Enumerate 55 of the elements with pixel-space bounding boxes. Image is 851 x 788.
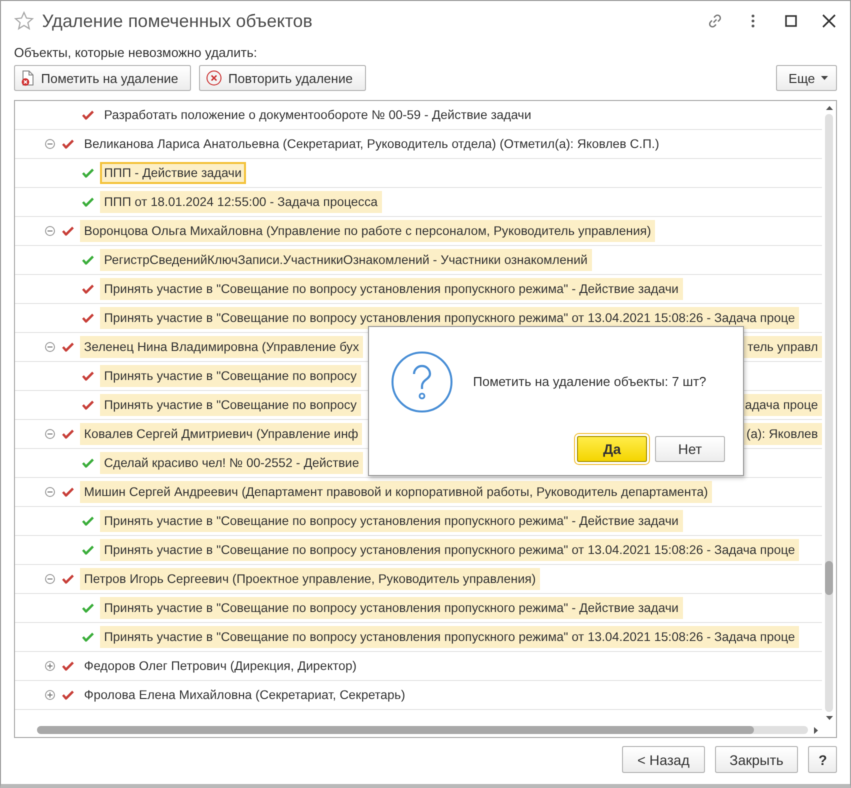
tree-item[interactable]: Принять участие в "Совещание по вопросу: [100, 365, 361, 387]
tree-item[interactable]: Зеленец Нина Владимировна (Управление бух: [80, 336, 364, 358]
tree-item[interactable]: тель управл: [744, 336, 822, 358]
tree-item[interactable]: Принять участие в "Совещание по вопросу установления пропускного режима" - Действие задачи: [100, 278, 683, 300]
expand-icon[interactable]: [45, 661, 55, 671]
tree-item[interactable]: ППП от 18.01.2024 12:55:00 - Задача процесса: [100, 191, 382, 213]
tree-item[interactable]: Фролова Елена Михайловна (Секретариат, Секретарь): [80, 684, 410, 706]
caret-icon: [821, 76, 828, 80]
scroll-down-icon[interactable]: [826, 716, 832, 720]
scroll-up-icon[interactable]: [826, 106, 832, 110]
tree-item[interactable]: Сделай красиво чел! № 00-2552 - Действие: [100, 452, 364, 474]
tree-item[interactable]: Воронцова Ольга Михайловна (Управление по работе с персоналом, Руководитель управления): [80, 220, 656, 242]
dialog-message: Пометить на удаление объекты: 7 шт?: [473, 374, 706, 389]
maximize-icon[interactable]: [783, 13, 799, 29]
collapse-icon[interactable]: [45, 139, 55, 149]
tree-item[interactable]: Петров Игорь Сергеевич (Проектное управление, Руководитель управления): [80, 568, 540, 590]
tree-item[interactable]: Разработать положение о документообороте № 00-59 - Действие задачи: [100, 104, 536, 126]
footer-button[interactable]: < Назад: [622, 746, 705, 773]
footer-button[interactable]: Закрыть: [714, 746, 798, 773]
scroll-right-icon[interactable]: [814, 726, 818, 734]
link-icon[interactable]: [707, 13, 723, 29]
tree-item[interactable]: Принять участие в "Совещание по вопросу установления пропускного режима" от 13.04.2021 15:08:26 - Задача проце: [100, 626, 799, 648]
tree-item[interactable]: Федоров Олег Петрович (Дирекция, Директор): [80, 655, 361, 677]
tree-item[interactable]: Принять участие в "Совещание по вопросу установления пропускного режима" - Действие задачи: [100, 510, 683, 532]
dialog-button[interactable]: Нет: [655, 436, 725, 462]
collapse-icon[interactable]: [45, 574, 55, 584]
toolbar-button[interactable]: Повторить удаление: [199, 65, 366, 91]
tree-item[interactable]: Великанова Лариса Анатольевна (Секретариат, Руководитель отдела) (Отметил(а): Яковлев С.П.): [80, 133, 664, 155]
expand-icon[interactable]: [45, 690, 55, 700]
favorite-icon[interactable]: [14, 11, 34, 31]
tree-item[interactable]: Принять участие в "Совещание по вопросу установления пропускного режима" от 13.04.2021 15:08:26 - Задача проце: [100, 539, 799, 561]
tree-item[interactable]: ППП - Действие задачи: [100, 162, 246, 184]
window-title: Удаление помеченных объектов: [42, 10, 314, 32]
collapse-icon[interactable]: [45, 226, 55, 236]
tree-item[interactable]: Принять участие в "Совещание по вопросу установления пропускного режима" - Действие задачи: [100, 597, 683, 619]
scroll-thumb[interactable]: [37, 726, 754, 734]
tree-item[interactable]: Принять участие в "Совещание по вопросу: [100, 394, 361, 416]
collapse-icon[interactable]: [45, 429, 55, 439]
help-button[interactable]: ?: [808, 746, 837, 773]
document-delete-icon: [21, 70, 35, 86]
more-button[interactable]: Еще: [776, 65, 837, 91]
question-icon: [391, 350, 453, 412]
scroll-thumb[interactable]: [825, 561, 833, 595]
cancel-icon: [206, 70, 222, 86]
tree-item[interactable]: Мишин Сергей Андреевич (Департамент правовой и корпоративной работы, Руководитель департамента): [80, 481, 712, 503]
dialog-button[interactable]: Да: [577, 436, 647, 462]
collapse-icon[interactable]: [45, 342, 55, 352]
toolbar-button[interactable]: Пометить на удаление: [14, 65, 192, 91]
tree-item[interactable]: РегистрСведенийКлючЗаписи.УчастникиОзнакомлений - Участники ознакомлений: [100, 249, 592, 271]
tree-item[interactable]: Принять участие в "Совещание по вопросу установления пропускного режима" от 13.04.2021 15:08:26 - Задача проце: [100, 307, 799, 329]
tree-item[interactable]: Ковалев Сергей Дмитриевич (Управление инф: [80, 423, 362, 445]
section-label: Объекты, которые невозможно удалить:: [14, 45, 258, 60]
tree-item[interactable]: (а): Яковлев: [742, 423, 822, 445]
collapse-icon[interactable]: [45, 487, 55, 497]
close-icon[interactable]: [821, 13, 837, 29]
